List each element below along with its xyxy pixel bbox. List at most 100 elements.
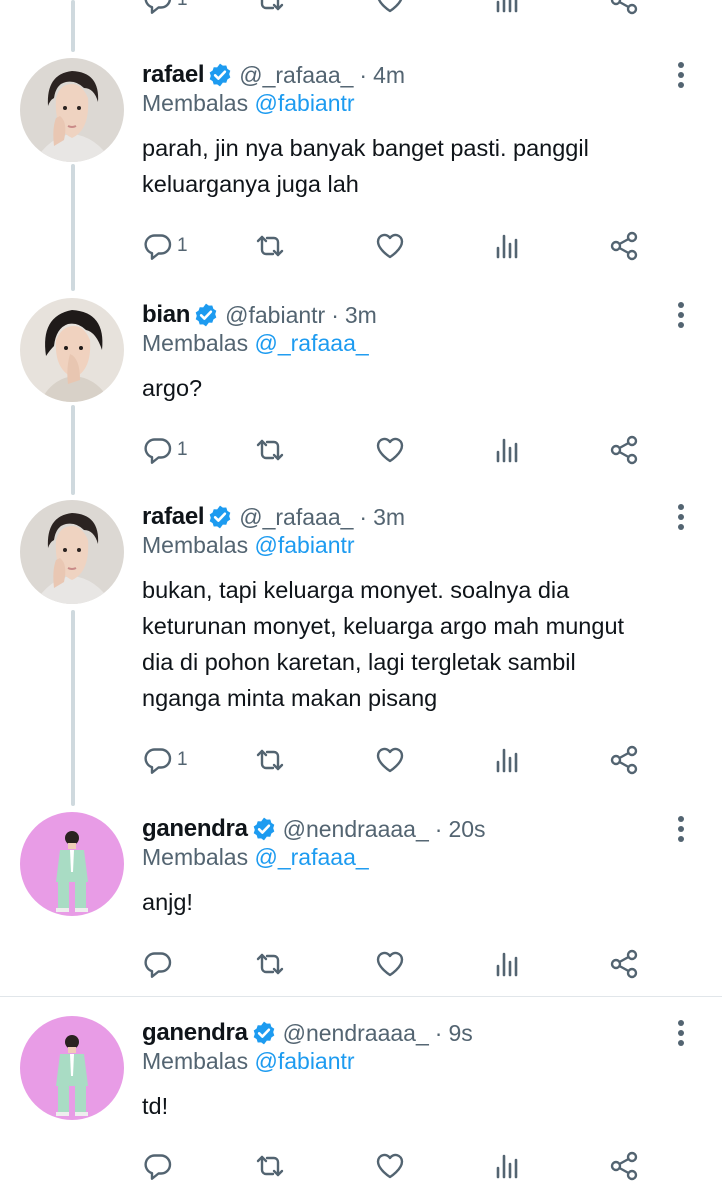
views-button[interactable]	[492, 944, 524, 984]
more-options-button[interactable]	[666, 300, 696, 330]
retweet-button[interactable]	[254, 226, 286, 266]
more-dot	[678, 1020, 684, 1026]
heart-icon	[376, 1153, 404, 1179]
views-button[interactable]	[492, 430, 524, 470]
display-name[interactable]: ganendra	[142, 1019, 248, 1047]
reply-count: 1	[177, 749, 188, 770]
tweet-text-line: dia di pohon karetan, lagi tergletak sam…	[142, 649, 576, 675]
reply-button[interactable]	[142, 944, 177, 984]
avatar[interactable]	[20, 812, 124, 916]
timestamp[interactable]: 9s	[448, 1020, 472, 1047]
more-dot	[678, 82, 684, 88]
tweet-text-line: keturunan monyet, keluarga argo mah mung…	[142, 613, 625, 639]
display-name[interactable]: rafael	[142, 61, 205, 89]
reply-icon	[144, 952, 172, 978]
mention-link[interactable]: @fabiantr	[255, 90, 355, 116]
retweet-button[interactable]	[254, 740, 286, 780]
mention-link[interactable]: @_rafaaa_	[255, 844, 369, 870]
timestamp[interactable]: 4m	[373, 62, 405, 89]
avatar[interactable]	[20, 1016, 124, 1120]
display-name[interactable]: rafael	[142, 503, 205, 531]
reply-context: Membalas @fabiantr	[142, 90, 355, 117]
views-button[interactable]	[492, 0, 524, 20]
reply-icon	[144, 234, 172, 260]
handle[interactable]: @fabiantr	[225, 302, 325, 329]
tweet-text-line: nganga minta makan pisang	[142, 685, 438, 711]
share-icon	[610, 949, 638, 979]
share-button[interactable]	[608, 430, 640, 470]
more-dot	[678, 504, 684, 510]
like-button[interactable]	[374, 740, 406, 780]
more-dot	[678, 62, 684, 68]
verified-badge-icon	[253, 817, 274, 841]
avatar[interactable]	[20, 58, 124, 162]
reply-context: Membalas @fabiantr	[142, 1048, 355, 1075]
reply-button[interactable]	[142, 1146, 177, 1186]
reply-prefix: Membalas	[142, 532, 249, 558]
views-button[interactable]	[492, 1146, 524, 1186]
retweet-button[interactable]	[254, 0, 286, 20]
share-button[interactable]	[608, 226, 640, 266]
more-options-button[interactable]	[666, 1018, 696, 1048]
handle[interactable]: @_rafaaa_	[239, 504, 353, 531]
tweet-actions: 1	[0, 226, 722, 266]
reply-context: Membalas @fabiantr	[142, 532, 355, 559]
timestamp[interactable]: 3m	[373, 504, 405, 531]
handle[interactable]: @_rafaaa_	[239, 62, 353, 89]
tweet-text: parah, jin nya banyak banget pasti. pang…	[142, 130, 682, 202]
timestamp[interactable]: 3m	[345, 302, 377, 329]
tweet-text-line: parah, jin nya banyak banget pasti. pang…	[142, 135, 589, 161]
share-button[interactable]	[608, 944, 640, 984]
share-button[interactable]	[608, 1146, 640, 1186]
views-button[interactable]	[492, 226, 524, 266]
more-dot	[678, 826, 684, 832]
reply-button[interactable]: 1	[142, 740, 188, 780]
analytics-icon	[496, 748, 518, 773]
retweet-button[interactable]	[254, 430, 286, 470]
mention-link[interactable]: @fabiantr	[255, 532, 355, 558]
separator-dot: ·	[331, 301, 339, 328]
more-options-button[interactable]	[666, 814, 696, 844]
avatar[interactable]	[20, 298, 124, 402]
separator-dot: ·	[434, 1019, 443, 1046]
reply-count: 1	[177, 439, 188, 460]
share-button[interactable]	[608, 0, 640, 20]
bian-avatar-image	[20, 298, 124, 402]
mention-link[interactable]: @fabiantr	[255, 1048, 355, 1074]
like-button[interactable]	[374, 1146, 406, 1186]
like-button[interactable]	[374, 226, 406, 266]
analytics-icon	[496, 952, 518, 977]
handle[interactable]: @nendraaaa_	[283, 1020, 429, 1047]
mention-link[interactable]: @_rafaaa_	[255, 330, 369, 356]
like-button[interactable]	[374, 430, 406, 470]
more-dot	[678, 302, 684, 308]
handle[interactable]: @nendraaaa_	[283, 816, 429, 843]
retweet-button[interactable]	[254, 944, 286, 984]
retweet-button[interactable]	[254, 1146, 286, 1186]
reply-prefix: Membalas	[142, 844, 249, 870]
more-options-button[interactable]	[666, 502, 696, 532]
tweet-actions: 1	[0, 430, 722, 470]
more-options-button[interactable]	[666, 60, 696, 90]
display-name[interactable]: bian	[142, 301, 190, 329]
like-button[interactable]	[374, 0, 406, 20]
more-dot	[678, 312, 684, 318]
tweet-text: bukan, tapi keluarga monyet. soalnya dia…	[142, 572, 682, 716]
like-button[interactable]	[374, 944, 406, 984]
reply-icon	[144, 438, 172, 464]
display-name[interactable]: ganendra	[142, 815, 248, 843]
reply-button[interactable]: 1	[142, 226, 188, 266]
retweet-icon	[256, 749, 284, 771]
retweet-icon	[256, 235, 284, 257]
more-dot	[678, 1040, 684, 1046]
reply-button[interactable]: 1	[142, 430, 188, 470]
views-button[interactable]	[492, 740, 524, 780]
more-dot	[678, 524, 684, 530]
reply-button[interactable]: 1	[142, 0, 188, 20]
verified-badge-icon	[253, 1021, 274, 1045]
avatar[interactable]	[20, 500, 124, 604]
reply-context: Membalas @_rafaaa_	[142, 330, 369, 357]
share-button[interactable]	[608, 740, 640, 780]
reply-icon	[144, 1154, 172, 1180]
timestamp[interactable]: 20s	[448, 816, 485, 843]
